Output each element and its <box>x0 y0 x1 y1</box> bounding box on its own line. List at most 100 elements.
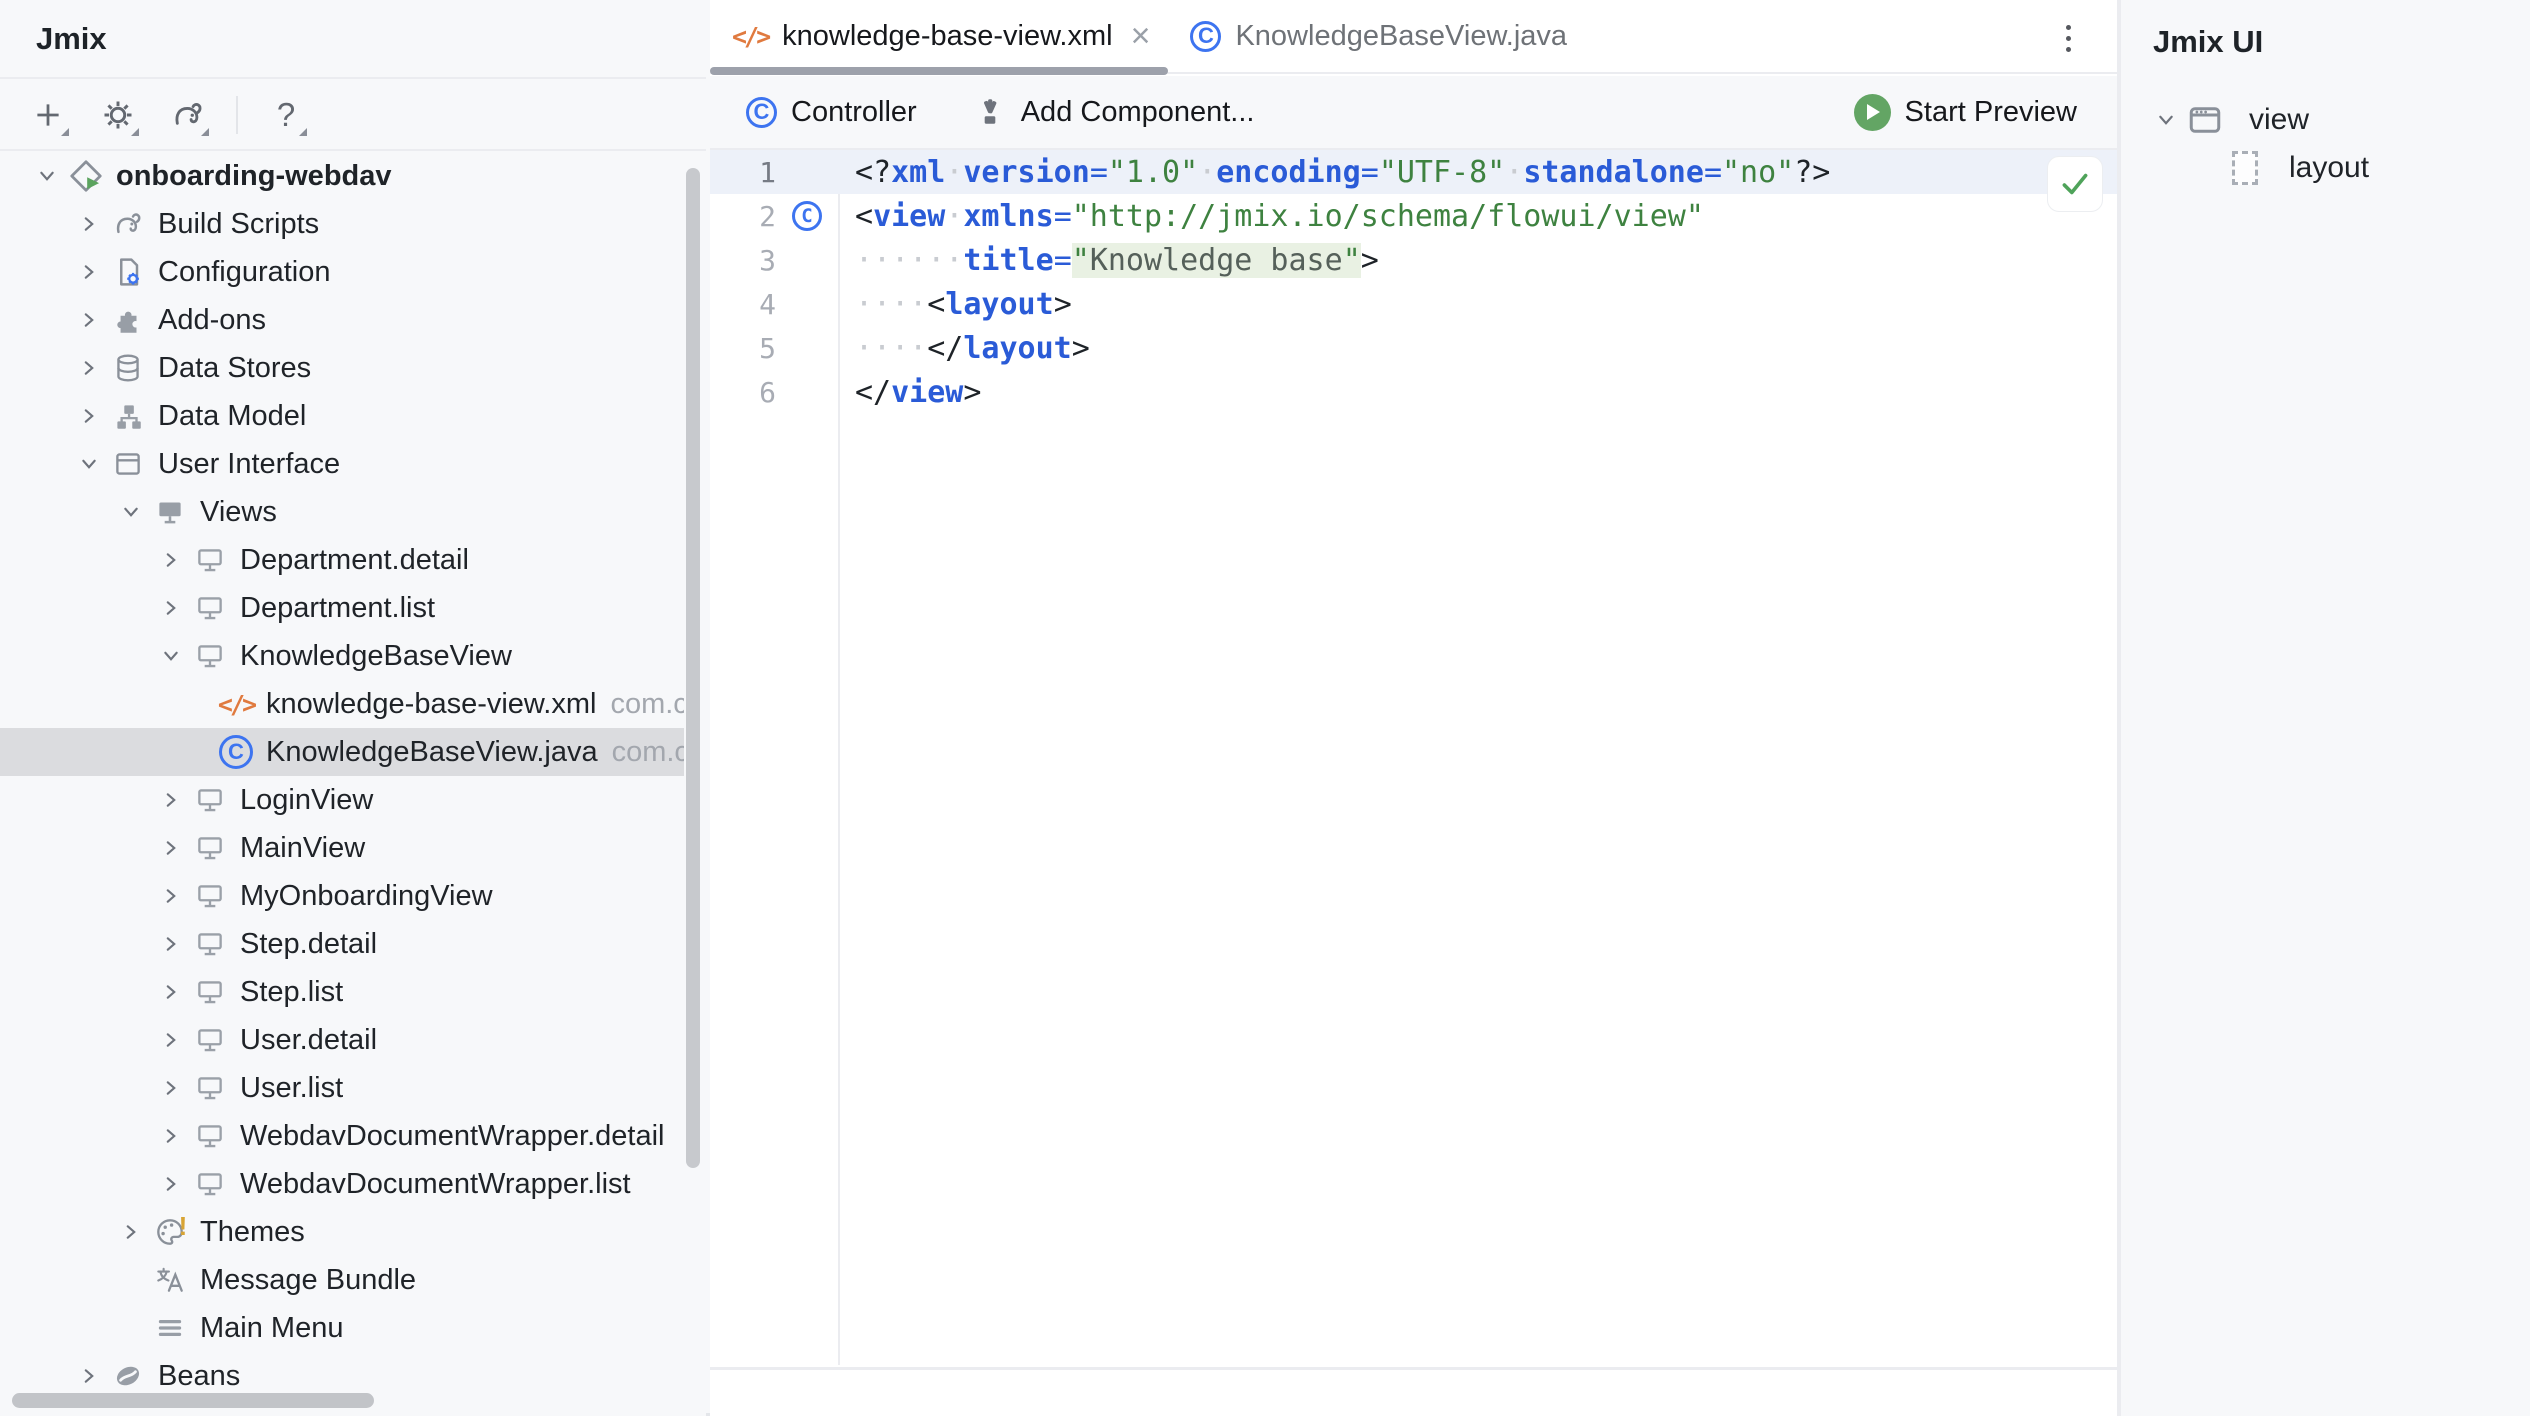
inspections-widget[interactable] <box>2047 156 2103 212</box>
line-number: 4 <box>710 288 776 321</box>
chevron-right-icon[interactable] <box>152 920 190 968</box>
tree-item-loginview[interactable]: LoginView <box>0 776 684 824</box>
ui-tree-item-view[interactable]: view <box>2121 96 2530 144</box>
ui-tree-item-layout[interactable]: layout <box>2121 144 2530 192</box>
chevron-right-icon[interactable] <box>152 776 190 824</box>
tree-item-themes[interactable]: ! Themes <box>0 1208 684 1256</box>
code-editor[interactable]: 1<?xml·version="1.0"·encoding="UTF-8"·st… <box>710 150 2117 1365</box>
ide-window: Jmix <box>0 0 2530 1416</box>
view-file-icon <box>190 636 230 676</box>
tree-item-message-bundle[interactable]: Message Bundle <box>0 1256 684 1304</box>
bean-icon <box>108 1356 148 1396</box>
tab-knowledgebaseview-java[interactable]: C KnowledgeBaseView.java <box>1168 0 1585 73</box>
add-component-button[interactable]: Add Component... <box>973 95 1255 129</box>
view-file-icon <box>190 876 230 916</box>
chevron-right-icon[interactable] <box>152 968 190 1016</box>
panel-title: Jmix <box>36 21 107 57</box>
tree-item-myonboardingview[interactable]: MyOnboardingView <box>0 872 684 920</box>
tree-vertical-scrollbar[interactable] <box>686 168 700 1168</box>
chevron-right-icon[interactable] <box>152 536 190 584</box>
layout-icon <box>2225 148 2265 188</box>
tree-item-department-list[interactable]: Department.list <box>0 584 684 632</box>
tab-knowledge-base-view-xml[interactable]: </> knowledge-base-view.xml × <box>710 0 1168 73</box>
view-file-icon <box>190 540 230 580</box>
tree-item-onboarding-webdav[interactable]: onboarding-webdav <box>0 152 684 200</box>
tree-item-knowledgebaseview[interactable]: KnowledgeBaseView <box>0 632 684 680</box>
controller-gutter-icon[interactable]: C <box>776 201 838 231</box>
database-icon <box>108 348 148 388</box>
start-preview-button[interactable]: Start Preview <box>1854 94 2077 131</box>
tree-item-step-detail[interactable]: Step.detail <box>0 920 684 968</box>
tree-item-main-menu[interactable]: Main Menu <box>0 1304 684 1352</box>
jmix-ui-header: Jmix UI <box>2121 0 2530 60</box>
xml-file-icon: </> <box>732 22 768 51</box>
close-icon[interactable]: × <box>1131 19 1151 53</box>
chevron-right-icon[interactable] <box>152 1064 190 1112</box>
tree-item-build-scripts[interactable]: Build Scripts <box>0 200 684 248</box>
gradle-button[interactable] <box>162 89 214 141</box>
line-number: 6 <box>710 376 776 409</box>
editor-tab-bar: </> knowledge-base-view.xml × C Knowledg… <box>710 0 2117 74</box>
chevron-placeholder <box>112 1304 150 1352</box>
tree-item-department-detail[interactable]: Department.detail <box>0 536 684 584</box>
settings-button[interactable] <box>92 89 144 141</box>
tree-item-user-detail[interactable]: User.detail <box>0 1016 684 1064</box>
tree-item-data-stores[interactable]: Data Stores <box>0 344 684 392</box>
controller-button[interactable]: C Controller <box>746 96 917 129</box>
code-line[interactable]: 5····</layout> <box>710 326 2117 370</box>
chevron-right-icon[interactable] <box>152 872 190 920</box>
code-line[interactable]: 3······title="Knowledge base"> <box>710 238 2117 282</box>
chevron-right-icon[interactable] <box>112 1208 150 1256</box>
xml-file-icon: </> <box>216 684 256 724</box>
chevron-right-icon[interactable] <box>70 344 108 392</box>
jmix-tool-window: Jmix <box>0 0 706 1416</box>
view-file-icon <box>190 780 230 820</box>
view-file-icon <box>190 1068 230 1108</box>
tree-item-webdavdocumentwrapper-detail[interactable]: WebdavDocumentWrapper.detail <box>0 1112 684 1160</box>
code-line[interactable]: 2C<view·xmlns="http://jmix.io/schema/flo… <box>710 194 2117 238</box>
chevron-right-icon[interactable] <box>70 200 108 248</box>
window-icon <box>108 444 148 484</box>
tree-item-data-model[interactable]: Data Model <box>0 392 684 440</box>
chevron-down-icon[interactable] <box>70 440 108 488</box>
java-class-icon: C <box>216 732 256 772</box>
tree-item-add-ons[interactable]: Add-ons <box>0 296 684 344</box>
chevron-down-icon[interactable] <box>152 632 190 680</box>
warning-mark: ! <box>179 1211 188 1242</box>
view-file-icon <box>190 924 230 964</box>
chevron-right-icon[interactable] <box>152 584 190 632</box>
code-text: ····</layout> <box>838 331 1090 366</box>
chevron-down-icon[interactable] <box>2147 96 2185 144</box>
tree-item-user-list[interactable]: User.list <box>0 1064 684 1112</box>
code-line[interactable]: 1<?xml·version="1.0"·encoding="UTF-8"·st… <box>710 150 2117 194</box>
tab-options-menu-icon[interactable] <box>2051 20 2085 56</box>
themes-palette-icon: ! <box>150 1212 190 1252</box>
help-button[interactable]: ? <box>260 89 312 141</box>
run-icon <box>1854 94 1891 131</box>
tree-item-configuration[interactable]: Configuration <box>0 248 684 296</box>
tree-horizontal-scrollbar[interactable] <box>12 1393 374 1408</box>
chevron-right-icon[interactable] <box>152 1160 190 1208</box>
add-button[interactable] <box>22 89 74 141</box>
code-line[interactable]: 4····<layout> <box>710 282 2117 326</box>
code-line[interactable]: 6</view> <box>710 370 2117 414</box>
tree-item-knowledge-base-view-xml[interactable]: </> knowledge-base-view.xml com.cc <box>0 680 684 728</box>
chevron-right-icon[interactable] <box>152 1016 190 1064</box>
chevron-right-icon[interactable] <box>70 296 108 344</box>
chevron-right-icon[interactable] <box>70 248 108 296</box>
chevron-right-icon[interactable] <box>70 392 108 440</box>
tree-item-step-list[interactable]: Step.list <box>0 968 684 1016</box>
tree-item-user-interface[interactable]: User Interface <box>0 440 684 488</box>
toolbar-separator <box>236 96 238 134</box>
chevron-right-icon[interactable] <box>152 824 190 872</box>
tree-item-mainview[interactable]: MainView <box>0 824 684 872</box>
chevron-down-icon[interactable] <box>28 152 66 200</box>
chevron-placeholder <box>112 1256 150 1304</box>
dropdown-corner <box>201 128 209 136</box>
chevron-right-icon[interactable] <box>152 1112 190 1160</box>
tree-item-views[interactable]: Views <box>0 488 684 536</box>
chevron-down-icon[interactable] <box>112 488 150 536</box>
view-file-icon <box>190 1164 230 1204</box>
tree-item-webdavdocumentwrapper-list[interactable]: WebdavDocumentWrapper.list <box>0 1160 684 1208</box>
tree-item-knowledgebaseview-java[interactable]: C KnowledgeBaseView.java com.col <box>0 728 684 776</box>
